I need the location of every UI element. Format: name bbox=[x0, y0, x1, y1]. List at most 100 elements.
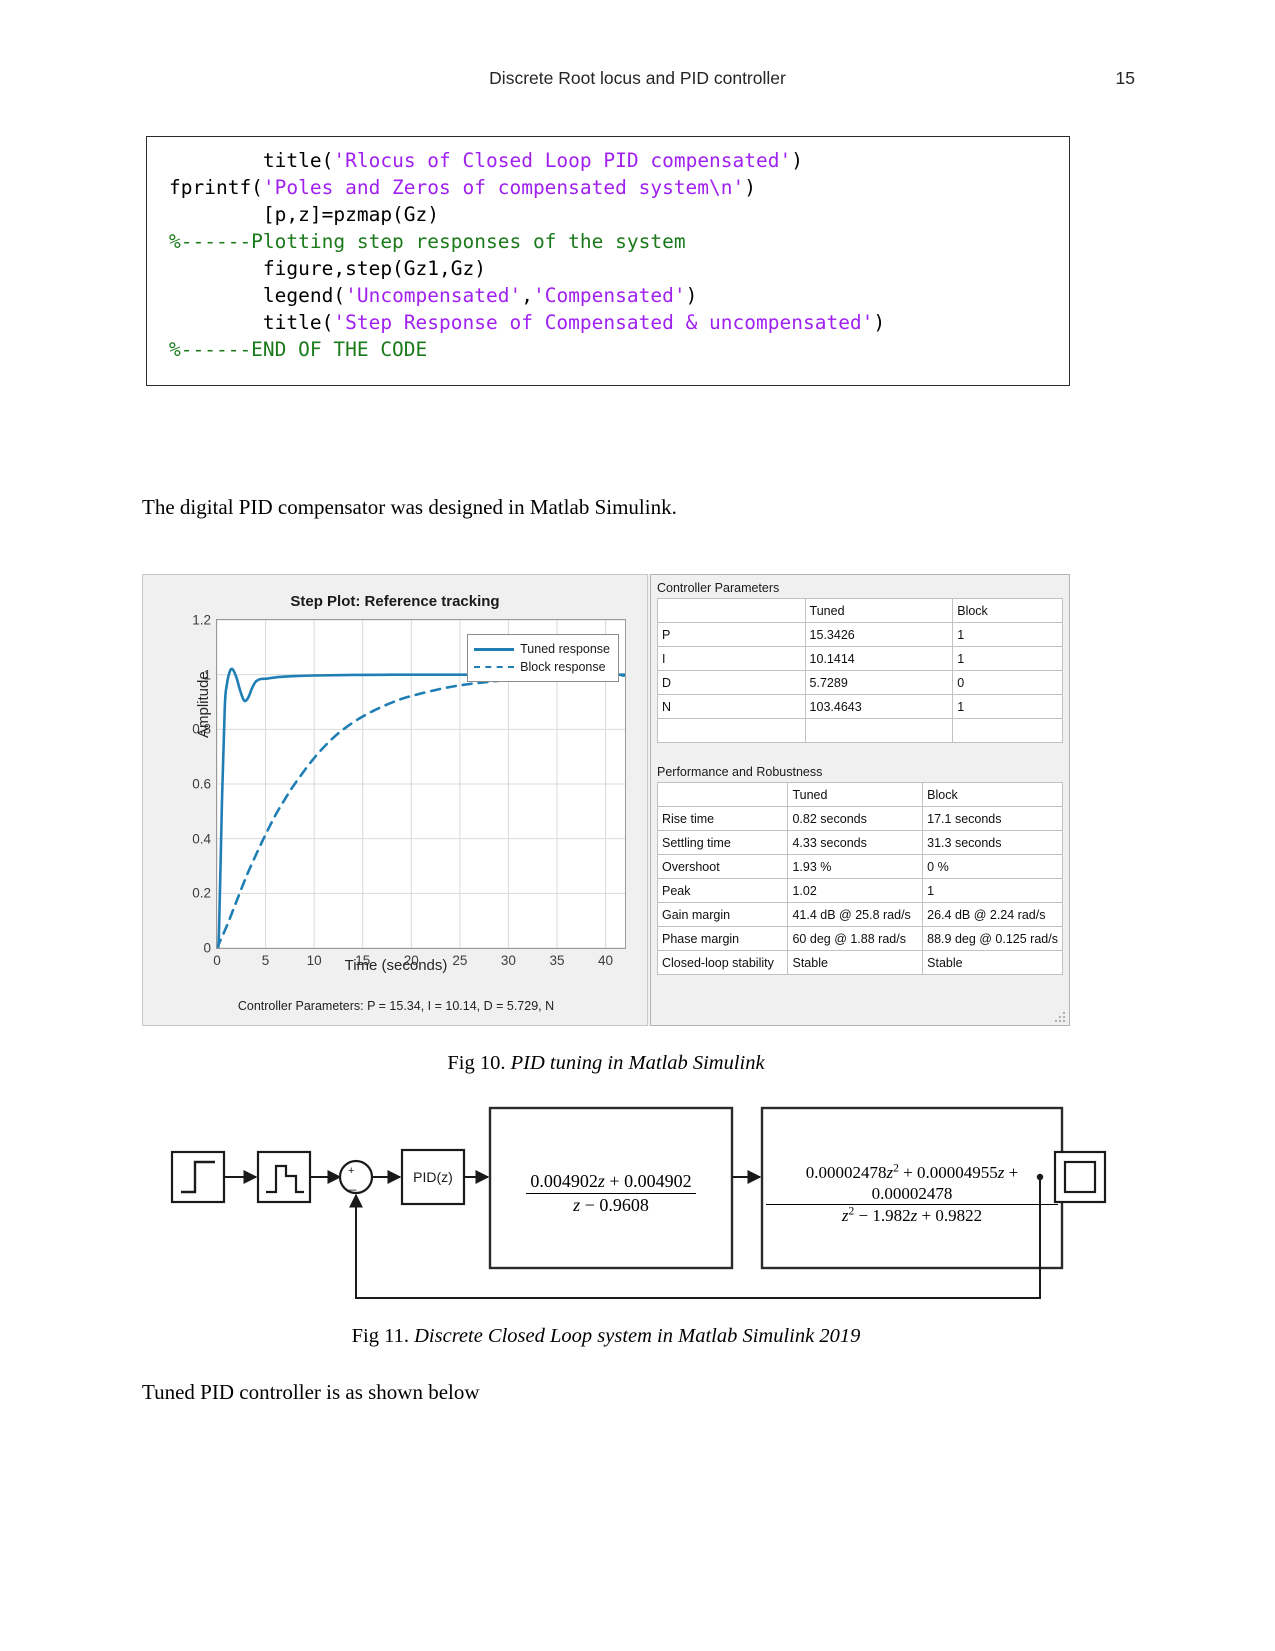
table-cell: 0 bbox=[952, 670, 1063, 695]
pid-block-label: PID(z) bbox=[413, 1169, 453, 1185]
table-cell: 88.9 deg @ 0.125 rad/s bbox=[922, 926, 1063, 951]
plot-axes: Amplitude Tuned response Block response … bbox=[192, 613, 626, 968]
code-token-plain: ) bbox=[744, 176, 757, 199]
header-title: Discrete Root locus and PID controller bbox=[489, 68, 786, 88]
code-line: %------END OF THE CODE bbox=[147, 336, 1069, 363]
table-cell: 10.1414 bbox=[804, 646, 954, 671]
paragraph-designed: The digital PID compensator was designed… bbox=[142, 495, 677, 519]
table-cell: 15.3426 bbox=[804, 622, 954, 647]
performance-robustness-title: Performance and Robustness bbox=[657, 765, 823, 779]
code-token-string: 'Rlocus of Closed Loop PID compensated' bbox=[333, 149, 792, 172]
code-token-plain: figure,step(Gz1,Gz) bbox=[169, 257, 486, 280]
table-row[interactable]: D 5.7289 0 bbox=[657, 670, 1063, 695]
plant1-numerator: 0.004902z + 0.004902 bbox=[526, 1170, 696, 1194]
matlab-code-block: title('Rlocus of Closed Loop PID compens… bbox=[146, 136, 1070, 386]
table-cell: 1.93 % bbox=[787, 854, 924, 879]
table-cell: 41.4 dB @ 25.8 rad/s bbox=[787, 902, 924, 927]
code-token-plain: fprintf( bbox=[169, 176, 263, 199]
plant2-denominator: z2 − 1.982z + 0.9822 bbox=[841, 1204, 983, 1226]
code-line: figure,step(Gz1,Gz) bbox=[147, 255, 1069, 282]
code-token-comment: %------END OF THE CODE bbox=[169, 338, 428, 361]
legend-item-block: Block response bbox=[474, 658, 610, 676]
table-cell: N bbox=[657, 694, 806, 719]
table-row[interactable]: Rise time 0.82 seconds 17.1 seconds bbox=[656, 806, 1063, 831]
column-header-1[interactable]: Tuned bbox=[787, 782, 924, 807]
plant2-numerator: 0.00002478z2 + 0.00004955z + 0.00002478 bbox=[766, 1162, 1058, 1206]
block-step-source[interactable] bbox=[170, 1150, 226, 1204]
figure-11-caption: Fig 11. Discrete Closed Loop system in M… bbox=[142, 1325, 1070, 1348]
plant1-denominator: z − 0.9608 bbox=[573, 1194, 649, 1215]
code-line: legend('Uncompensated','Compensated') bbox=[147, 282, 1069, 309]
resize-grip-icon[interactable] bbox=[1054, 1011, 1066, 1023]
performance-robustness-table: Tuned Block Rise time 0.82 seconds 17.1 seco… bbox=[656, 782, 1063, 975]
table-cell bbox=[804, 718, 954, 743]
table-cell bbox=[952, 718, 1063, 743]
x-axis-label: Time (seconds) bbox=[344, 957, 448, 974]
step-plot-panel: Step Plot: Reference tracking Amplitude … bbox=[142, 574, 648, 1026]
figure-10-caption: Fig 10. PID tuning in Matlab Simulink bbox=[142, 1052, 1070, 1075]
code-token-plain: title( bbox=[169, 311, 334, 334]
figure-11-label: Fig 11. bbox=[351, 1325, 409, 1347]
legend-line-dashed-icon bbox=[474, 662, 515, 672]
table-header-row: Tuned Block bbox=[656, 782, 1063, 807]
table-header-row: Tuned Block bbox=[657, 598, 1063, 623]
legend-line-solid-icon bbox=[474, 644, 515, 654]
plot-legend: Tuned response Block response bbox=[467, 634, 619, 682]
code-token-string: 'Uncompensated' bbox=[345, 284, 522, 307]
figure-11-simulink-model: + _ PID(z) 0.004902z + 0.004902 z − 0.96… bbox=[150, 1090, 1110, 1320]
table-cell: Stable bbox=[922, 950, 1063, 975]
table-row[interactable]: I 10.1414 1 bbox=[657, 646, 1063, 671]
table-cell: 103.4643 bbox=[804, 694, 954, 719]
table-cell: 0 % bbox=[922, 854, 1063, 879]
code-token-plain: ) bbox=[873, 311, 886, 334]
figure-11-text: Discrete Closed Loop system in Matlab Si… bbox=[414, 1325, 861, 1347]
column-header-0[interactable] bbox=[657, 598, 806, 623]
code-token-plain: [p,z]=pzmap(Gz) bbox=[169, 203, 440, 226]
series-line-block bbox=[217, 674, 625, 948]
table-cell: 31.3 seconds bbox=[922, 830, 1063, 855]
table-row[interactable] bbox=[657, 718, 1063, 743]
y-axis-tick-label: 0.4 bbox=[192, 831, 211, 847]
figure-10-screenshot: Step Plot: Reference tracking Amplitude … bbox=[142, 574, 1070, 1026]
column-header-2[interactable]: Block bbox=[922, 782, 1063, 807]
code-line: %------Plotting step responses of the sy… bbox=[147, 228, 1069, 255]
table-row[interactable]: Settling time 4.33 seconds 31.3 seconds bbox=[656, 830, 1063, 855]
code-token-plain: ) bbox=[791, 149, 803, 172]
table-cell: 1.02 bbox=[787, 878, 924, 903]
plant2-transfer-function: 0.00002478z2 + 0.00004955z + 0.00002478 … bbox=[766, 1162, 1058, 1227]
table-cell: Overshoot bbox=[656, 854, 789, 879]
column-header-0[interactable] bbox=[656, 782, 789, 807]
block-zero-order-hold[interactable] bbox=[256, 1150, 312, 1204]
table-cell: Closed-loop stability bbox=[656, 950, 789, 975]
legend-label-block: Block response bbox=[520, 660, 606, 674]
table-row[interactable]: N 103.4643 1 bbox=[657, 694, 1063, 719]
y-axis-tick-label: 0.6 bbox=[192, 776, 211, 792]
table-row[interactable]: P 15.3426 1 bbox=[657, 622, 1063, 647]
legend-label-tuned: Tuned response bbox=[520, 642, 610, 656]
column-header-2[interactable]: Block bbox=[952, 598, 1063, 623]
controller-parameters-table: Tuned Block P 15.3426 1 I 10.1414 1 D 5.7289 0 N 103… bbox=[657, 598, 1063, 743]
paragraph-tuned: Tuned PID controller is as shown below bbox=[142, 1380, 480, 1404]
table-cell: 1 bbox=[952, 694, 1063, 719]
table-row[interactable]: Peak 1.02 1 bbox=[656, 878, 1063, 903]
simulink-diagram: + _ PID(z) 0.004902z + 0.004902 z − 0.96… bbox=[170, 1106, 1107, 1299]
table-row[interactable]: Closed-loop stability Stable Stable bbox=[656, 950, 1063, 975]
table-cell: Settling time bbox=[656, 830, 789, 855]
figure-10-text: PID tuning in Matlab Simulink bbox=[510, 1052, 765, 1074]
column-header-1[interactable]: Tuned bbox=[804, 598, 954, 623]
table-cell: I bbox=[657, 646, 806, 671]
table-cell: 26.4 dB @ 2.24 rad/s bbox=[922, 902, 1063, 927]
table-cell: 4.33 seconds bbox=[787, 830, 924, 855]
table-cell: Phase margin bbox=[656, 926, 789, 951]
code-token-string: 'Poles and Zeros of compensated system\n… bbox=[262, 176, 745, 199]
plot-status-bar: Controller Parameters: P = 15.34, I = 10… bbox=[237, 999, 555, 1013]
code-token-string: 'Compensated' bbox=[532, 284, 686, 307]
figure-10-label: Fig 10. bbox=[447, 1052, 506, 1074]
code-token-plain: title( bbox=[169, 149, 334, 172]
table-cell: Rise time bbox=[656, 806, 789, 831]
table-row[interactable]: Overshoot 1.93 % 0 % bbox=[656, 854, 1063, 879]
table-row[interactable]: Phase margin 60 deg @ 1.88 rad/s 88.9 deg … bbox=[656, 926, 1063, 951]
table-row[interactable]: Gain margin 41.4 dB @ 25.8 rad/s 26.4 dB @… bbox=[656, 902, 1063, 927]
table-cell: 0.82 seconds bbox=[787, 806, 924, 831]
code-token-plain: ) bbox=[685, 284, 698, 307]
